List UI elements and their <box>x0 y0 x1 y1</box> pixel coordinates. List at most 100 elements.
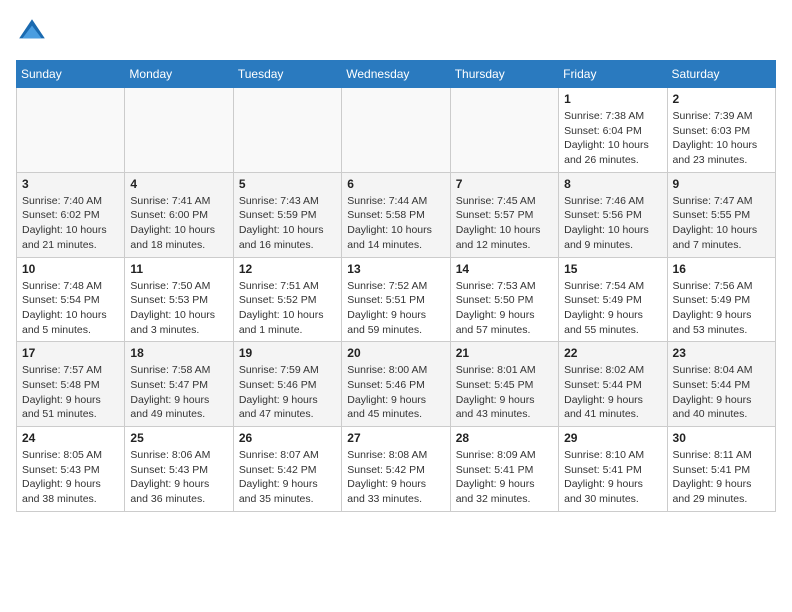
calendar-cell: 19Sunrise: 7:59 AM Sunset: 5:46 PM Dayli… <box>233 342 341 427</box>
day-info: Sunrise: 8:09 AM Sunset: 5:41 PM Dayligh… <box>456 448 553 507</box>
weekday-header-saturday: Saturday <box>667 61 775 88</box>
day-number: 14 <box>456 262 553 276</box>
day-number: 27 <box>347 431 444 445</box>
calendar-cell: 7 Sunrise: 7:45 AM Sunset: 5:57 PM Daylig… <box>450 172 558 257</box>
logo-icon <box>16 16 48 48</box>
calendar-week-row: 10 Sunrise: 7:48 AM Sunset: 5:54 PM Dayli… <box>17 257 776 342</box>
day-info: Sunrise: 7:39 AM Sunset: 6:03 PM Dayligh… <box>673 109 770 168</box>
calendar-cell <box>125 88 233 173</box>
calendar-week-row: 24Sunrise: 8:05 AM Sunset: 5:43 PM Dayli… <box>17 427 776 512</box>
calendar-cell: 2 Sunrise: 7:39 AM Sunset: 6:03 PM Daylig… <box>667 88 775 173</box>
calendar-cell: 25 Sunrise: 8:06 AM Sunset: 5:43 PM Dayli… <box>125 427 233 512</box>
day-number: 3 <box>22 177 119 191</box>
calendar-cell: 3 Sunrise: 7:40 AM Sunset: 6:02 PM Daylig… <box>17 172 125 257</box>
calendar-cell: 28 Sunrise: 8:09 AM Sunset: 5:41 PM Dayli… <box>450 427 558 512</box>
day-number: 6 <box>347 177 444 191</box>
day-info: Sunrise: 8:08 AM Sunset: 5:42 PM Dayligh… <box>347 448 444 507</box>
day-info: Sunrise: 8:02 AM Sunset: 5:44 PM Dayligh… <box>564 363 661 422</box>
day-info: Sunrise: 7:41 AM Sunset: 6:00 PM Dayligh… <box>130 194 227 253</box>
day-number: 1 <box>564 92 661 106</box>
calendar-cell <box>17 88 125 173</box>
day-info: Sunrise: 7:51 AM Sunset: 5:52 PM Dayligh… <box>239 279 336 338</box>
day-number: 16 <box>673 262 770 276</box>
day-number: 8 <box>564 177 661 191</box>
day-info: Sunrise: 7:53 AM Sunset: 5:50 PM Dayligh… <box>456 279 553 338</box>
day-info: Sunrise: 8:01 AM Sunset: 5:45 PM Dayligh… <box>456 363 553 422</box>
day-number: 25 <box>130 431 227 445</box>
calendar-cell: 30 Sunrise: 8:11 AM Sunset: 5:41 PM Dayli… <box>667 427 775 512</box>
day-number: 30 <box>673 431 770 445</box>
calendar-cell <box>450 88 558 173</box>
calendar-cell: 10 Sunrise: 7:48 AM Sunset: 5:54 PM Dayli… <box>17 257 125 342</box>
calendar-cell: 18Sunrise: 7:58 AM Sunset: 5:47 PM Dayli… <box>125 342 233 427</box>
day-number: 13 <box>347 262 444 276</box>
calendar-cell: 16 Sunrise: 7:56 AM Sunset: 5:49 PM Dayli… <box>667 257 775 342</box>
calendar-table: SundayMondayTuesdayWednesdayThursdayFrid… <box>16 60 776 512</box>
day-info: Sunrise: 8:11 AM Sunset: 5:41 PM Dayligh… <box>673 448 770 507</box>
calendar-cell: 20 Sunrise: 8:00 AM Sunset: 5:46 PM Dayli… <box>342 342 450 427</box>
calendar-week-row: 17Sunrise: 7:57 AM Sunset: 5:48 PM Dayli… <box>17 342 776 427</box>
calendar-week-row: 3 Sunrise: 7:40 AM Sunset: 6:02 PM Daylig… <box>17 172 776 257</box>
day-info: Sunrise: 8:06 AM Sunset: 5:43 PM Dayligh… <box>130 448 227 507</box>
day-info: Sunrise: 8:10 AM Sunset: 5:41 PM Dayligh… <box>564 448 661 507</box>
calendar-cell: 23 Sunrise: 8:04 AM Sunset: 5:44 PM Dayli… <box>667 342 775 427</box>
day-number: 22 <box>564 346 661 360</box>
calendar-cell: 29 Sunrise: 8:10 AM Sunset: 5:41 PM Dayli… <box>559 427 667 512</box>
calendar-cell: 27 Sunrise: 8:08 AM Sunset: 5:42 PM Dayli… <box>342 427 450 512</box>
calendar-cell: 21 Sunrise: 8:01 AM Sunset: 5:45 PM Dayli… <box>450 342 558 427</box>
day-number: 15 <box>564 262 661 276</box>
day-number: 4 <box>130 177 227 191</box>
day-info: Sunrise: 7:47 AM Sunset: 5:55 PM Dayligh… <box>673 194 770 253</box>
calendar-cell: 22 Sunrise: 8:02 AM Sunset: 5:44 PM Dayli… <box>559 342 667 427</box>
calendar-cell: 4 Sunrise: 7:41 AM Sunset: 6:00 PM Daylig… <box>125 172 233 257</box>
day-number: 7 <box>456 177 553 191</box>
day-info: Sunrise: 8:07 AM Sunset: 5:42 PM Dayligh… <box>239 448 336 507</box>
weekday-header-monday: Monday <box>125 61 233 88</box>
calendar-cell: 8 Sunrise: 7:46 AM Sunset: 5:56 PM Daylig… <box>559 172 667 257</box>
day-number: 12 <box>239 262 336 276</box>
day-number: 21 <box>456 346 553 360</box>
day-info: Sunrise: 7:45 AM Sunset: 5:57 PM Dayligh… <box>456 194 553 253</box>
day-info: Sunrise: 7:58 AM Sunset: 5:47 PM Dayligh… <box>130 363 227 422</box>
day-info: Sunrise: 7:56 AM Sunset: 5:49 PM Dayligh… <box>673 279 770 338</box>
day-number: 11 <box>130 262 227 276</box>
day-number: 19 <box>239 346 336 360</box>
day-info: Sunrise: 7:52 AM Sunset: 5:51 PM Dayligh… <box>347 279 444 338</box>
day-info: Sunrise: 7:50 AM Sunset: 5:53 PM Dayligh… <box>130 279 227 338</box>
day-info: Sunrise: 7:46 AM Sunset: 5:56 PM Dayligh… <box>564 194 661 253</box>
calendar-cell: 17Sunrise: 7:57 AM Sunset: 5:48 PM Dayli… <box>17 342 125 427</box>
calendar-cell: 14 Sunrise: 7:53 AM Sunset: 5:50 PM Dayli… <box>450 257 558 342</box>
day-number: 26 <box>239 431 336 445</box>
calendar-cell: 11 Sunrise: 7:50 AM Sunset: 5:53 PM Dayli… <box>125 257 233 342</box>
calendar-week-row: 1 Sunrise: 7:38 AM Sunset: 6:04 PM Daylig… <box>17 88 776 173</box>
calendar-cell: 13 Sunrise: 7:52 AM Sunset: 5:51 PM Dayli… <box>342 257 450 342</box>
day-info: Sunrise: 7:48 AM Sunset: 5:54 PM Dayligh… <box>22 279 119 338</box>
day-number: 23 <box>673 346 770 360</box>
calendar-body: 1 Sunrise: 7:38 AM Sunset: 6:04 PM Daylig… <box>17 88 776 512</box>
day-info: Sunrise: 7:38 AM Sunset: 6:04 PM Dayligh… <box>564 109 661 168</box>
calendar-cell: 5Sunrise: 7:43 AM Sunset: 5:59 PM Daylig… <box>233 172 341 257</box>
calendar-cell <box>233 88 341 173</box>
weekday-header-friday: Friday <box>559 61 667 88</box>
day-info: Sunrise: 8:04 AM Sunset: 5:44 PM Dayligh… <box>673 363 770 422</box>
day-number: 2 <box>673 92 770 106</box>
day-info: Sunrise: 7:43 AM Sunset: 5:59 PM Dayligh… <box>239 194 336 253</box>
day-number: 17 <box>22 346 119 360</box>
calendar-cell: 9Sunrise: 7:47 AM Sunset: 5:55 PM Daylig… <box>667 172 775 257</box>
day-number: 10 <box>22 262 119 276</box>
day-info: Sunrise: 7:54 AM Sunset: 5:49 PM Dayligh… <box>564 279 661 338</box>
day-number: 28 <box>456 431 553 445</box>
weekday-header-wednesday: Wednesday <box>342 61 450 88</box>
day-info: Sunrise: 7:44 AM Sunset: 5:58 PM Dayligh… <box>347 194 444 253</box>
logo <box>16 16 52 48</box>
weekday-header-row: SundayMondayTuesdayWednesdayThursdayFrid… <box>17 61 776 88</box>
calendar-cell: 24Sunrise: 8:05 AM Sunset: 5:43 PM Dayli… <box>17 427 125 512</box>
calendar-cell: 26 Sunrise: 8:07 AM Sunset: 5:42 PM Dayli… <box>233 427 341 512</box>
weekday-header-thursday: Thursday <box>450 61 558 88</box>
day-info: Sunrise: 8:00 AM Sunset: 5:46 PM Dayligh… <box>347 363 444 422</box>
day-info: Sunrise: 7:40 AM Sunset: 6:02 PM Dayligh… <box>22 194 119 253</box>
day-number: 29 <box>564 431 661 445</box>
weekday-header-sunday: Sunday <box>17 61 125 88</box>
day-number: 20 <box>347 346 444 360</box>
day-info: Sunrise: 8:05 AM Sunset: 5:43 PM Dayligh… <box>22 448 119 507</box>
